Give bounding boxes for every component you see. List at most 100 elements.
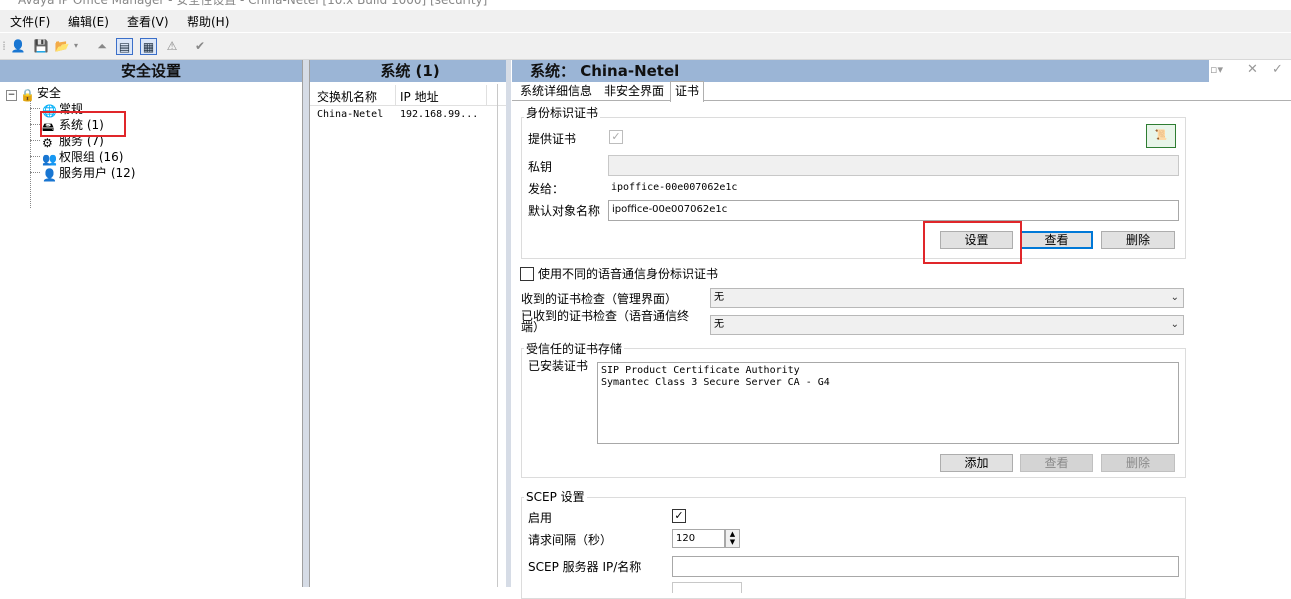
- column-divider: [486, 85, 487, 105]
- installed-certs-label: 已安装证书: [528, 359, 589, 373]
- tree-item-service-users[interactable]: 👤 服务用户 (12): [42, 165, 136, 182]
- received-check-mgmt-select[interactable]: 无 ⌄: [710, 288, 1184, 308]
- received-check-mgmt-label: 收到的证书检查（管理界面）: [521, 292, 678, 306]
- tree-line: [30, 172, 40, 173]
- request-interval-label: 请求间隔（秒）: [528, 533, 613, 547]
- tab-certificates[interactable]: 证书: [670, 81, 705, 102]
- list-view-icon[interactable]: ▤: [116, 38, 133, 55]
- offer-cert-checkbox[interactable]: ✓: [609, 130, 623, 144]
- open-folder-icon[interactable]: 📂: [54, 38, 70, 54]
- private-key-label: 私钥: [528, 160, 553, 174]
- default-name-label: 默认对象名称: [528, 204, 601, 218]
- warning-icon[interactable]: ⚠: [164, 38, 180, 54]
- issued-to-value: ipoffice-00e007062e1c: [611, 182, 738, 193]
- toolbar-grip-icon: ⁞: [2, 39, 6, 53]
- tab-insecure-interface[interactable]: 非安全界面: [600, 82, 668, 100]
- cell-ip: 192.168.99...: [400, 109, 479, 120]
- scep-enable-checkbox[interactable]: ✓: [672, 509, 686, 523]
- private-key-field[interactable]: [608, 155, 1179, 176]
- toolbar: ⁞ 👤 💾 📂 ▾ ⏶ ▤ ▦ ⚠ ✔: [0, 33, 1291, 60]
- view-button[interactable]: 查看: [1020, 231, 1093, 249]
- chevron-down-icon[interactable]: ▾: [72, 38, 80, 54]
- menu-view[interactable]: 查看(V): [127, 13, 169, 30]
- list-item[interactable]: SIP Product Certificate Authority: [601, 365, 1175, 377]
- checkmark-icon[interactable]: ✔: [192, 38, 208, 54]
- tree-label: 权限组 (16): [59, 150, 124, 164]
- tree-label: 安全: [37, 86, 62, 100]
- window-title: Avaya IP Office Manager - 安全性设置 - China-…: [18, 0, 488, 7]
- default-name-field[interactable]: ipoffice-00e007062e1c: [608, 200, 1179, 221]
- delete-button[interactable]: 删除: [1101, 231, 1175, 249]
- tree-root-security[interactable]: − 🔒 安全: [6, 85, 62, 102]
- tab-strip-line: [512, 100, 1291, 101]
- list-header: 交换机名称 IP 地址: [310, 85, 506, 106]
- column-header-switch-name[interactable]: 交换机名称: [317, 88, 377, 105]
- group-title: 受信任的证书存储: [524, 340, 625, 357]
- checkmark-icon[interactable]: ✓: [1272, 62, 1283, 77]
- user-icon[interactable]: 👤: [10, 38, 26, 54]
- close-icon[interactable]: ✕: [1247, 62, 1258, 77]
- system-list-panel: 系统 (1) 交换机名称 IP 地址 China-Netel 192.168.9…: [309, 60, 511, 587]
- issued-to-label: 发给：: [528, 182, 565, 196]
- user-key-icon: 👤: [42, 168, 57, 182]
- different-voice-cert-checkbox[interactable]: [520, 267, 534, 281]
- lock-icon: 🔒: [20, 88, 35, 102]
- tree-line: [30, 124, 40, 125]
- scep-group: [521, 497, 1186, 599]
- splitter[interactable]: [506, 60, 511, 587]
- list-item[interactable]: Symantec Class 3 Secure Server CA - G4: [601, 377, 1175, 389]
- tree-line: [30, 156, 40, 157]
- select-value: 无: [714, 319, 724, 330]
- tree-line: [30, 98, 31, 208]
- chevron-down-icon: ⌄: [1170, 292, 1179, 303]
- different-voice-cert-label: 使用不同的语音通信身份标识证书: [538, 267, 719, 281]
- tree-line: [30, 140, 40, 141]
- save-icon[interactable]: 💾: [33, 38, 49, 54]
- group-icon: 👥: [42, 152, 57, 166]
- system-detail-panel: 系统： China-Netel ▫▾ ✕ ✓ 系统详细信息 非安全界面 证书 身…: [512, 60, 1291, 599]
- panel-up-icon[interactable]: ⏶: [94, 38, 110, 54]
- security-settings-panel: 安全设置 − 🔒 安全 🌐 常规 🖴 系统 (1) ⚙ 服务 (7) 👥 权限组 (16) …: [0, 60, 303, 587]
- tree-label: 服务用户 (12): [59, 166, 136, 180]
- panel-title: 系统： China-Netel: [512, 60, 1209, 82]
- cell-switch-name: China-Netel: [317, 109, 384, 120]
- interval-spinner[interactable]: ▲ ▼: [725, 529, 740, 548]
- gear-icon: ⚙: [42, 136, 53, 150]
- scep-enable-label: 启用: [528, 511, 553, 525]
- delete-button[interactable]: 删除: [1101, 454, 1175, 472]
- scep-server-label: SCEP 服务器 IP/名称: [528, 560, 642, 574]
- highlight-box: [40, 111, 126, 137]
- received-check-voice-label: 已收到的证书检查（语音通信终端）: [521, 309, 690, 334]
- collapse-icon[interactable]: −: [6, 90, 17, 101]
- view-button[interactable]: 查看: [1020, 454, 1093, 472]
- next-field[interactable]: [672, 582, 742, 593]
- scroll-divider: [497, 84, 498, 587]
- tab-system-details[interactable]: 系统详细信息: [516, 82, 596, 100]
- request-interval-field[interactable]: 120: [672, 529, 725, 548]
- detail-view-icon[interactable]: ▦: [140, 38, 157, 55]
- menu-edit[interactable]: 编辑(E): [68, 13, 109, 30]
- select-value: 无: [714, 292, 724, 303]
- installed-certs-list[interactable]: SIP Product Certificate Authority Symant…: [597, 362, 1179, 444]
- group-title: 身份标识证书: [524, 104, 601, 121]
- chevron-down-icon: ⌄: [1170, 319, 1179, 330]
- window-menu-icon[interactable]: ▫▾: [1210, 63, 1223, 76]
- certificate-icon: 📜: [1146, 124, 1176, 148]
- column-divider: [395, 85, 396, 105]
- column-header-ip[interactable]: IP 地址: [400, 88, 439, 105]
- title-bar: Avaya IP Office Manager - 安全性设置 - China-…: [0, 0, 1291, 8]
- panel-title: 系统 (1): [310, 60, 510, 82]
- menu-file[interactable]: 文件(F): [10, 13, 50, 30]
- scep-server-field[interactable]: [672, 556, 1179, 577]
- panel-title: 安全设置: [0, 60, 302, 82]
- add-button[interactable]: 添加: [940, 454, 1013, 472]
- table-row[interactable]: China-Netel 192.168.99...: [310, 108, 500, 124]
- highlight-box: [923, 221, 1022, 264]
- tree-item-rights-groups[interactable]: 👥 权限组 (16): [42, 149, 124, 166]
- offer-cert-label: 提供证书: [528, 132, 577, 146]
- group-title: SCEP 设置: [524, 488, 587, 505]
- tree-line: [30, 108, 40, 109]
- received-check-voice-select[interactable]: 无 ⌄: [710, 315, 1184, 335]
- menu-help[interactable]: 帮助(H): [187, 13, 229, 30]
- menu-bar: 文件(F) 编辑(E) 查看(V) 帮助(H): [0, 10, 1291, 32]
